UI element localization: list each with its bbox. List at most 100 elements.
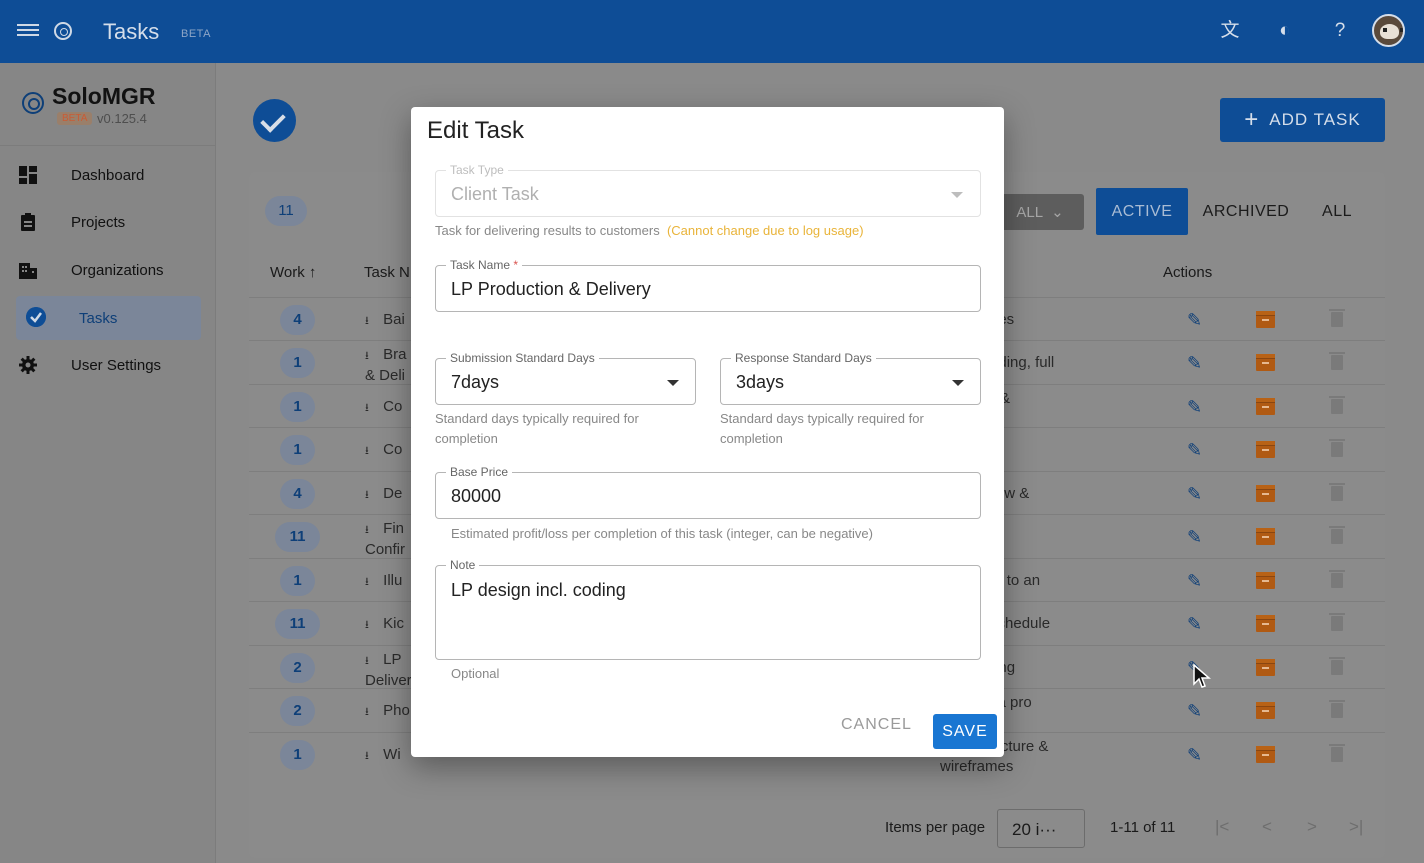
- task-type-icon: ⭳: [365, 445, 369, 457]
- archive-icon[interactable]: [1256, 354, 1275, 371]
- base-price-field[interactable]: Base Price 80000: [435, 465, 981, 519]
- help-icon[interactable]: ?: [1328, 19, 1352, 43]
- delete-icon: [1329, 396, 1345, 414]
- field-value: 80000: [451, 486, 502, 506]
- theme-toggle-icon[interactable]: ◐: [1273, 19, 1297, 43]
- response-days-select[interactable]: Response Standard Days 3days: [720, 351, 981, 405]
- delete-icon: [1329, 483, 1345, 501]
- work-count-badge: 11: [275, 609, 320, 639]
- sidebar-item-user-settings[interactable]: User Settings: [0, 343, 216, 387]
- sidebar-item-label: User Settings: [71, 356, 162, 374]
- dashboard-icon: [19, 166, 37, 184]
- work-count-badge: 1: [280, 740, 315, 770]
- edit-icon[interactable]: ✎: [1187, 745, 1207, 765]
- page-check-icon: [253, 99, 296, 142]
- filter-label: ALL: [1016, 203, 1044, 221]
- column-header-actions: Actions: [1163, 264, 1213, 281]
- field-label: Submission Standard Days: [446, 351, 599, 365]
- archive-icon[interactable]: [1256, 398, 1275, 415]
- archive-icon[interactable]: [1256, 702, 1275, 719]
- note-helper: Optional: [451, 666, 500, 681]
- task-type-icon: ⭳: [365, 524, 369, 536]
- sidebar-item-tasks[interactable]: Tasks: [16, 296, 201, 340]
- menu-icon[interactable]: [17, 21, 39, 41]
- task-type-helper: Task for delivering results to customers…: [435, 223, 864, 238]
- first-page-icon[interactable]: |<: [1215, 817, 1229, 837]
- edit-icon[interactable]: ✎: [1187, 701, 1207, 721]
- sidebar-item-label: Organizations: [71, 261, 164, 279]
- building-icon: [19, 263, 37, 279]
- work-count-badge: 1: [280, 348, 315, 378]
- app-name: SoloMGR: [52, 83, 156, 109]
- delete-icon: [1329, 352, 1345, 370]
- task-name-cell: ⭳ De: [365, 484, 402, 505]
- avatar[interactable]: [1372, 14, 1405, 47]
- task-name-cell: ⭳ Pho: [365, 701, 410, 722]
- chevron-down-icon: ⌄: [1051, 204, 1064, 221]
- sidebar-item-projects[interactable]: Projects: [0, 200, 216, 244]
- task-name-cell: ⭳ Co: [365, 440, 402, 461]
- task-name-text: LP: [383, 651, 402, 668]
- base-price-helper: Estimated profit/loss per completion of …: [451, 526, 873, 541]
- task-name-text: Kic: [383, 615, 405, 632]
- delete-icon: [1329, 439, 1345, 457]
- task-type-icon: ⭳: [365, 402, 369, 414]
- edit-icon[interactable]: ✎: [1187, 353, 1207, 373]
- edit-icon[interactable]: ✎: [1187, 484, 1207, 504]
- add-task-button[interactable]: + ADD TASK: [1220, 98, 1385, 142]
- work-count-badge: 4: [280, 479, 315, 509]
- tab-archived[interactable]: ARCHIVED: [1196, 188, 1296, 235]
- task-name-text: De: [383, 485, 403, 502]
- sidebar-item-organizations[interactable]: Organizations: [0, 248, 216, 292]
- task-name-field[interactable]: Task Name * LP Production & Delivery: [435, 258, 981, 312]
- archive-icon[interactable]: [1256, 528, 1275, 545]
- column-header-task-name[interactable]: Task N: [364, 264, 410, 281]
- work-count-badge: 1: [280, 566, 315, 596]
- translate-icon[interactable]: 文: [1218, 19, 1242, 43]
- note-textarea[interactable]: Note LP design incl. coding: [435, 558, 981, 660]
- work-count-badge: 11: [275, 522, 320, 552]
- field-value: Client Task: [451, 184, 539, 204]
- edit-icon[interactable]: ✎: [1187, 614, 1207, 634]
- next-page-icon[interactable]: >: [1307, 817, 1317, 837]
- archive-icon[interactable]: [1256, 311, 1275, 328]
- cancel-button[interactable]: CANCEL: [841, 716, 912, 734]
- archive-icon[interactable]: [1256, 615, 1275, 632]
- task-type-icon: ⭳: [365, 655, 369, 667]
- task-type-icon: ⭳: [365, 350, 369, 362]
- items-per-page-select[interactable]: 20 i···: [997, 809, 1085, 848]
- sidebar-item-label: Tasks: [79, 309, 118, 327]
- page-title: Tasks: [103, 19, 160, 44]
- tab-active[interactable]: ACTIVE: [1096, 188, 1188, 235]
- filter-dropdown[interactable]: ALL ⌄: [996, 194, 1084, 230]
- column-header-work[interactable]: Work ↑: [270, 264, 316, 281]
- field-label: Base Price: [446, 465, 513, 479]
- edit-icon[interactable]: ✎: [1187, 310, 1207, 330]
- submission-days-select[interactable]: Submission Standard Days 7days: [435, 351, 696, 405]
- archive-icon[interactable]: [1256, 441, 1275, 458]
- edit-icon[interactable]: ✎: [1187, 440, 1207, 460]
- task-name-cell: ⭳ Wi: [365, 745, 401, 766]
- clipboard-icon: [21, 213, 35, 231]
- edit-icon[interactable]: ✎: [1187, 571, 1207, 591]
- last-page-icon[interactable]: >|: [1349, 817, 1363, 837]
- task-name-text: Bra: [383, 346, 407, 363]
- tab-all[interactable]: ALL: [1310, 188, 1364, 235]
- task-type-icon: ⭳: [365, 706, 369, 718]
- task-name-cell: ⭳ Illu: [365, 571, 402, 592]
- sort-up-icon: ↑: [308, 264, 317, 281]
- submission-days-helper: Standard days typically required for comp…: [435, 411, 639, 446]
- edit-icon[interactable]: ✎: [1187, 397, 1207, 417]
- archive-icon[interactable]: [1256, 485, 1275, 502]
- prev-page-icon[interactable]: <: [1262, 817, 1272, 837]
- archive-icon[interactable]: [1256, 746, 1275, 763]
- archive-icon[interactable]: [1256, 659, 1275, 676]
- save-button[interactable]: SAVE: [933, 714, 997, 749]
- task-name-cell: ⭳ Co: [365, 397, 402, 418]
- sidebar-item-dashboard[interactable]: Dashboard: [0, 153, 216, 197]
- archive-icon[interactable]: [1256, 572, 1275, 589]
- mouse-cursor-icon: [1193, 664, 1211, 688]
- edit-icon[interactable]: ✎: [1187, 527, 1207, 547]
- field-label: Task Name *: [446, 258, 523, 272]
- check-circle-icon: [26, 307, 46, 327]
